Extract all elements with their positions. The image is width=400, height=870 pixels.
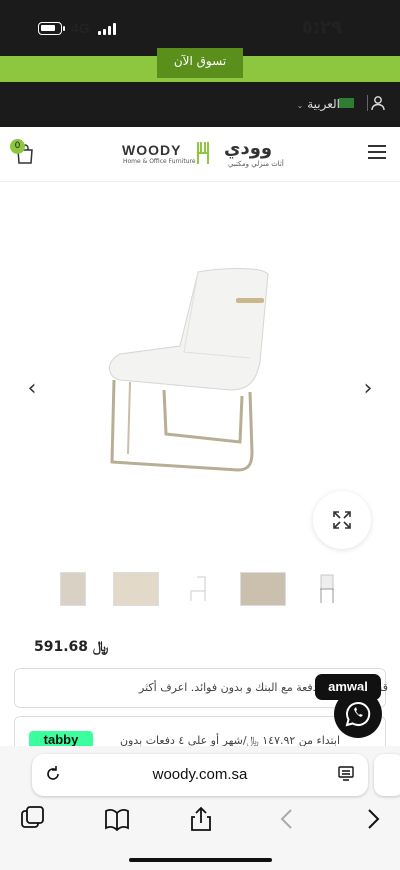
cart-count-badge: 0: [10, 139, 25, 154]
logo-arabic-tagline: أثاث منزلي ومكتبي: [228, 160, 284, 168]
battery-icon: [38, 22, 65, 35]
url-text[interactable]: woody.com.sa: [32, 766, 368, 783]
whatsapp-button[interactable]: [334, 690, 382, 738]
previous-image-arrow[interactable]: ‹: [22, 378, 42, 400]
price-value: 591.68: [34, 639, 89, 655]
thumbnail-2[interactable]: [113, 572, 159, 606]
divider: [367, 95, 368, 111]
currency-symbol: ﷼: [92, 639, 109, 655]
book-icon[interactable]: [104, 806, 130, 832]
thumbnail-1[interactable]: [60, 572, 86, 606]
next-image-arrow[interactable]: ›: [358, 378, 378, 400]
logo-arabic[interactable]: وودي: [224, 138, 272, 159]
chair-logo-icon: [197, 142, 209, 164]
saudi-flag-icon: [339, 98, 354, 108]
shop-now-button[interactable]: تسوق الآن: [157, 48, 243, 78]
clock: ٥:٢٩: [301, 17, 342, 38]
product-price: ﷼ 591.68: [34, 639, 108, 655]
chevron-down-icon: ⌄: [296, 101, 304, 110]
signal-icon: [98, 23, 118, 35]
thumbnail-3[interactable]: [186, 572, 210, 606]
forward-icon[interactable]: [360, 806, 386, 832]
language-selector[interactable]: ⌄ العربية: [297, 97, 340, 111]
reader-icon[interactable]: [338, 765, 354, 783]
reload-icon[interactable]: [44, 765, 62, 783]
thumbnail-5[interactable]: [316, 572, 338, 606]
share-icon[interactable]: [188, 806, 214, 832]
hamburger-icon[interactable]: [368, 145, 386, 159]
language-label: العربية: [307, 97, 340, 111]
back-icon[interactable]: [274, 806, 300, 832]
expand-icon: [333, 511, 351, 529]
zoom-button[interactable]: [313, 491, 371, 549]
thumbnail-4[interactable]: [240, 572, 286, 606]
tabs-icon[interactable]: [20, 806, 46, 832]
chair-thumb-icon: [320, 574, 334, 603]
whatsapp-icon: [345, 701, 371, 727]
product-image: [109, 268, 269, 472]
logo-english-tagline: Home & Office Furniture: [123, 158, 196, 165]
logo-english[interactable]: WOODY: [122, 142, 181, 158]
home-indicator: [129, 858, 272, 862]
next-tab-preview[interactable]: [374, 754, 400, 796]
user-icon[interactable]: [370, 95, 386, 111]
chair-thumb-icon: [190, 576, 206, 601]
network-label: 4G: [71, 20, 90, 36]
